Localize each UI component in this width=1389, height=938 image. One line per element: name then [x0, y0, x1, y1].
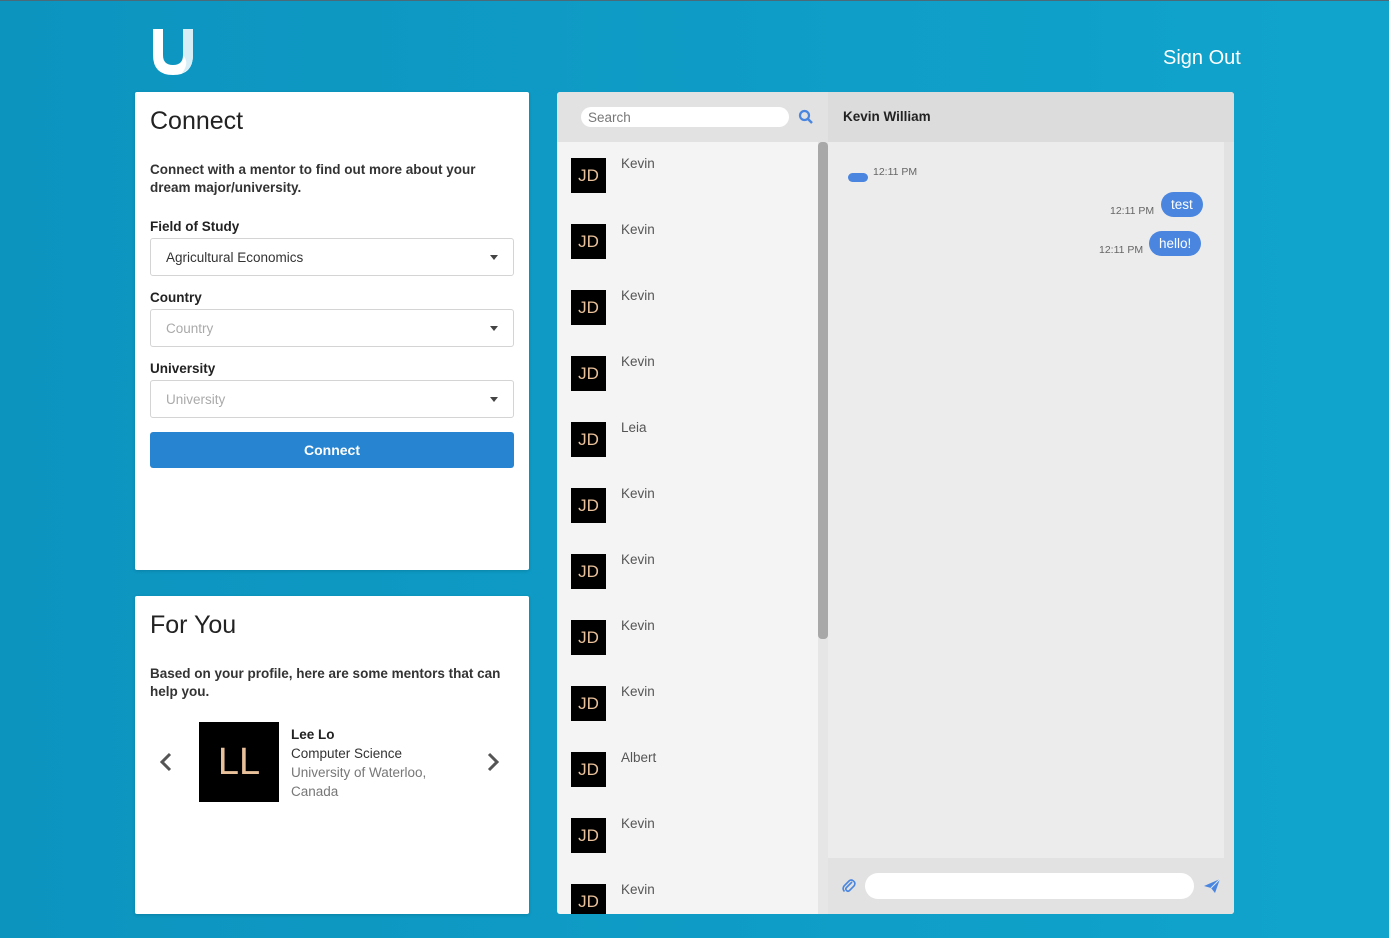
messages-scrollbar[interactable] [1224, 142, 1234, 858]
contact-name: Kevin [621, 552, 655, 567]
message-bubble-sent: test [1161, 192, 1203, 217]
contact-item[interactable]: JD Kevin [557, 604, 818, 670]
contact-name: Kevin [621, 222, 655, 237]
contact-name: Kevin [621, 354, 655, 369]
conversation-panel: Kevin William 12:11 PM 12:11 PM test 12:… [828, 92, 1234, 914]
chevron-down-icon [490, 254, 498, 260]
message-bubble-received [848, 173, 868, 182]
contact-name: Kevin [621, 882, 655, 897]
logo-u-icon [153, 29, 193, 75]
mentor-carousel: LL Lee Lo Computer Science University of… [150, 722, 514, 804]
country-placeholder: Country [166, 320, 214, 336]
contacts-scroll-thumb[interactable] [818, 142, 828, 639]
contact-item[interactable]: JD Kevin [557, 208, 818, 274]
contact-name: Kevin [621, 684, 655, 699]
contact-item[interactable]: JD Kevin [557, 340, 818, 406]
contact-list: JD Kevin JD Kevin JD Kevin JD Kevin JD Leia JD Kevi… [557, 142, 818, 914]
contacts-panel: JD Kevin JD Kevin JD Kevin JD Kevin JD Leia JD Kevi… [557, 92, 828, 914]
connect-title: Connect [150, 107, 244, 135]
mentor-school: University of Waterloo, Canada [291, 765, 427, 799]
mentor-avatar[interactable]: LL [199, 722, 279, 802]
conversation-title: Kevin William [828, 92, 1234, 142]
contact-item[interactable]: JD Kevin [557, 274, 818, 340]
contact-name: Kevin [621, 816, 655, 831]
field-of-study-label: Field of Study [150, 219, 240, 234]
university-placeholder: University [166, 391, 226, 407]
contact-avatar: JD [571, 620, 606, 655]
connect-card: Connect Connect with a mentor to find ou… [135, 92, 529, 570]
mentor-field: Computer Science [291, 746, 403, 761]
contact-avatar: JD [571, 818, 606, 853]
message-time: 12:11 PM [1110, 205, 1155, 217]
contact-avatar: JD [571, 158, 606, 193]
contact-avatar: JD [571, 224, 606, 259]
contact-item[interactable]: JD Kevin [557, 142, 818, 208]
contact-name: Kevin [621, 156, 655, 171]
connect-description: Connect with a mentor to find out more a… [150, 162, 476, 195]
contact-avatar: JD [571, 554, 606, 589]
message-time: 12:11 PM [873, 166, 918, 178]
university-label: University [150, 361, 216, 376]
contact-avatar: JD [571, 488, 606, 523]
search-input[interactable] [581, 107, 789, 127]
country-label: Country [150, 290, 202, 305]
contact-name: Kevin [621, 288, 655, 303]
contact-item[interactable]: JD Kevin [557, 802, 818, 868]
message-input[interactable] [865, 873, 1194, 899]
university-select[interactable]: University [150, 380, 514, 418]
field-of-study-value: Agricultural Economics [166, 249, 304, 265]
paperclip-icon[interactable] [841, 878, 857, 894]
chat-panel: JD Kevin JD Kevin JD Kevin JD Kevin JD Leia JD Kevi… [557, 92, 1234, 914]
chevron-down-icon [490, 325, 498, 331]
contact-item[interactable]: JD Kevin [557, 472, 818, 538]
connect-button[interactable]: Connect [150, 432, 514, 468]
send-icon[interactable] [1203, 878, 1221, 894]
contact-item[interactable]: JD Leia [557, 406, 818, 472]
contacts-header [557, 92, 828, 142]
contact-item[interactable]: JD Kevin [557, 670, 818, 736]
contact-name: Albert [621, 750, 657, 765]
contact-name: Leia [621, 420, 647, 435]
contacts-scrollbar[interactable] [818, 142, 828, 914]
mentor-info: Lee Lo Computer Science University of Wa… [291, 725, 451, 801]
contact-name: Kevin [621, 486, 655, 501]
search-icon[interactable] [798, 109, 814, 125]
field-of-study-select[interactable]: Agricultural Economics [150, 238, 514, 276]
contact-item[interactable]: JD Albert [557, 736, 818, 802]
chevron-down-icon [490, 396, 498, 402]
contact-avatar: JD [571, 290, 606, 325]
for-you-title: For You [150, 611, 237, 639]
message-bubble-sent: hello! [1149, 231, 1202, 256]
chevron-left-icon[interactable] [156, 750, 176, 774]
contact-avatar: JD [571, 884, 606, 914]
contact-avatar: JD [571, 686, 606, 721]
message-composer [828, 858, 1234, 914]
country-select[interactable]: Country [150, 309, 514, 347]
mentor-name: Lee Lo [291, 727, 335, 742]
contact-avatar: JD [571, 422, 606, 457]
message-list: 12:11 PM 12:11 PM test 12:11 PM hello! [828, 142, 1224, 858]
contact-avatar: JD [571, 752, 606, 787]
for-you-description: Based on your profile, here are some men… [150, 666, 501, 699]
message-time: 12:11 PM [1099, 244, 1144, 256]
contact-item[interactable]: JD Kevin [557, 868, 818, 914]
sign-out-link[interactable]: Sign Out [1163, 47, 1241, 70]
contact-item[interactable]: JD Kevin [557, 538, 818, 604]
for-you-card: For You Based on your profile, here are … [135, 596, 529, 914]
contact-avatar: JD [571, 356, 606, 391]
contact-name: Kevin [621, 618, 655, 633]
chevron-right-icon[interactable] [483, 750, 503, 774]
